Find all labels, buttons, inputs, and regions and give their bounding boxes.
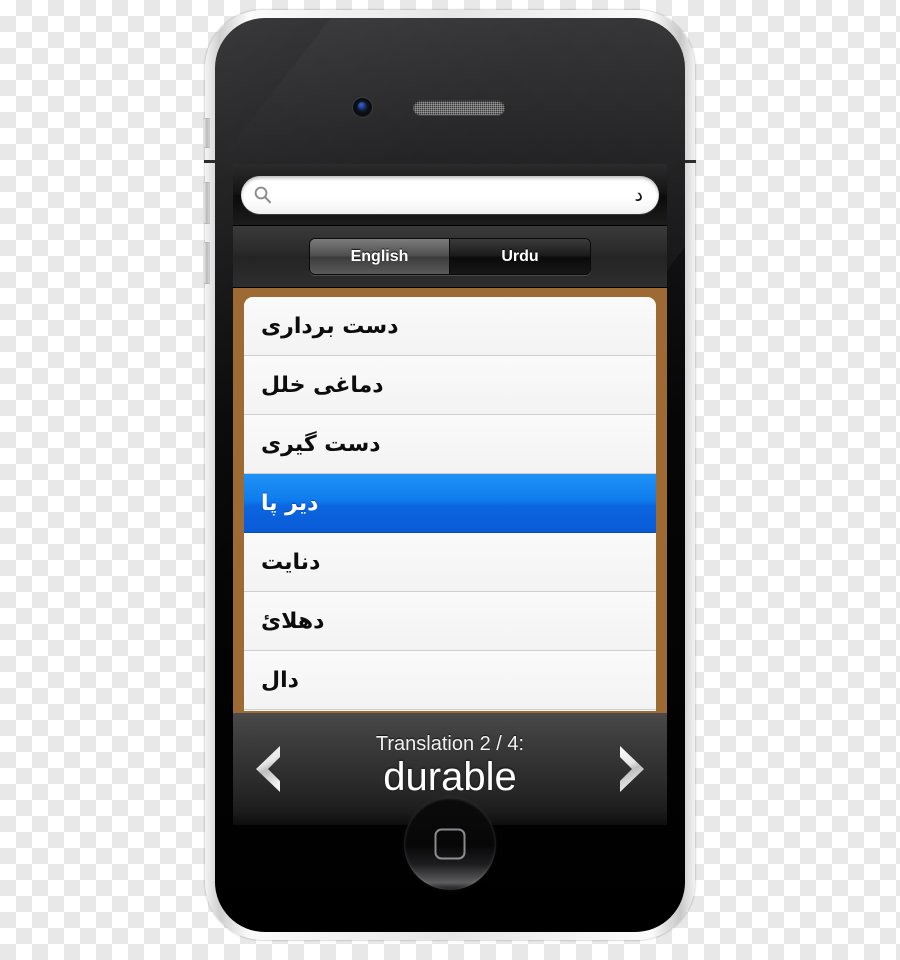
list-item[interactable]: دهلائ: [244, 592, 656, 651]
list-item-label: دماغی خلل: [261, 372, 384, 398]
previous-translation-button[interactable]: [243, 736, 295, 802]
language-segmented-control[interactable]: English Urdu: [309, 238, 591, 275]
chevron-right-icon: [620, 746, 644, 792]
list-item[interactable]: دست گیری: [244, 415, 656, 474]
list-item[interactable]: دماغی خلل: [244, 356, 656, 415]
list-item-label: دست گیری: [261, 431, 381, 457]
tab-urdu[interactable]: Urdu: [450, 239, 590, 274]
translation-counter-label: Translation 2 / 4:: [375, 732, 525, 755]
app-screen: د English Urdu دست برداری دماغی خلل دست …: [233, 164, 667, 825]
chevron-left-icon: [256, 746, 280, 792]
results-frame: دست برداری دماغی خلل دست گیری دیر پا دنا…: [233, 288, 667, 711]
list-item[interactable]: دال: [244, 651, 656, 710]
earpiece-speaker-icon: [413, 100, 505, 115]
search-bar: د: [233, 164, 667, 226]
front-camera-icon: [353, 98, 372, 117]
language-tab-bar: English Urdu: [233, 226, 667, 288]
list-item-label: دنایت: [261, 549, 321, 575]
list-item-label: دست برداری: [261, 313, 399, 339]
list-item-label: دیر پا: [261, 490, 319, 516]
band-seam-right: [685, 160, 696, 163]
results-list[interactable]: دست برداری دماغی خلل دست گیری دیر پا دنا…: [244, 297, 656, 711]
next-translation-button[interactable]: [605, 736, 657, 802]
list-item-label: دهلائ: [261, 608, 325, 634]
list-item-selected[interactable]: دیر پا: [244, 474, 656, 533]
search-field[interactable]: د: [241, 175, 659, 214]
home-square-icon: [434, 828, 466, 860]
search-icon: [254, 186, 272, 203]
home-button[interactable]: [404, 798, 496, 890]
translation-word: durable: [383, 754, 517, 799]
tab-english[interactable]: English: [310, 239, 450, 274]
phone-device: د English Urdu دست برداری دماغی خلل دست …: [203, 10, 696, 940]
list-item[interactable]: دنایت: [244, 533, 656, 592]
phone-body: د English Urdu دست برداری دماغی خلل دست …: [215, 18, 685, 932]
band-seam-left: [204, 160, 215, 163]
search-input[interactable]: د: [273, 176, 645, 214]
volume-up-button[interactable]: [203, 182, 210, 224]
silent-switch-button[interactable]: [203, 118, 210, 148]
list-item[interactable]: دست برداری: [244, 297, 656, 356]
translation-display: Translation 2 / 4: durable: [295, 732, 605, 807]
volume-down-button[interactable]: [203, 242, 210, 284]
list-item-label: دال: [261, 667, 299, 693]
